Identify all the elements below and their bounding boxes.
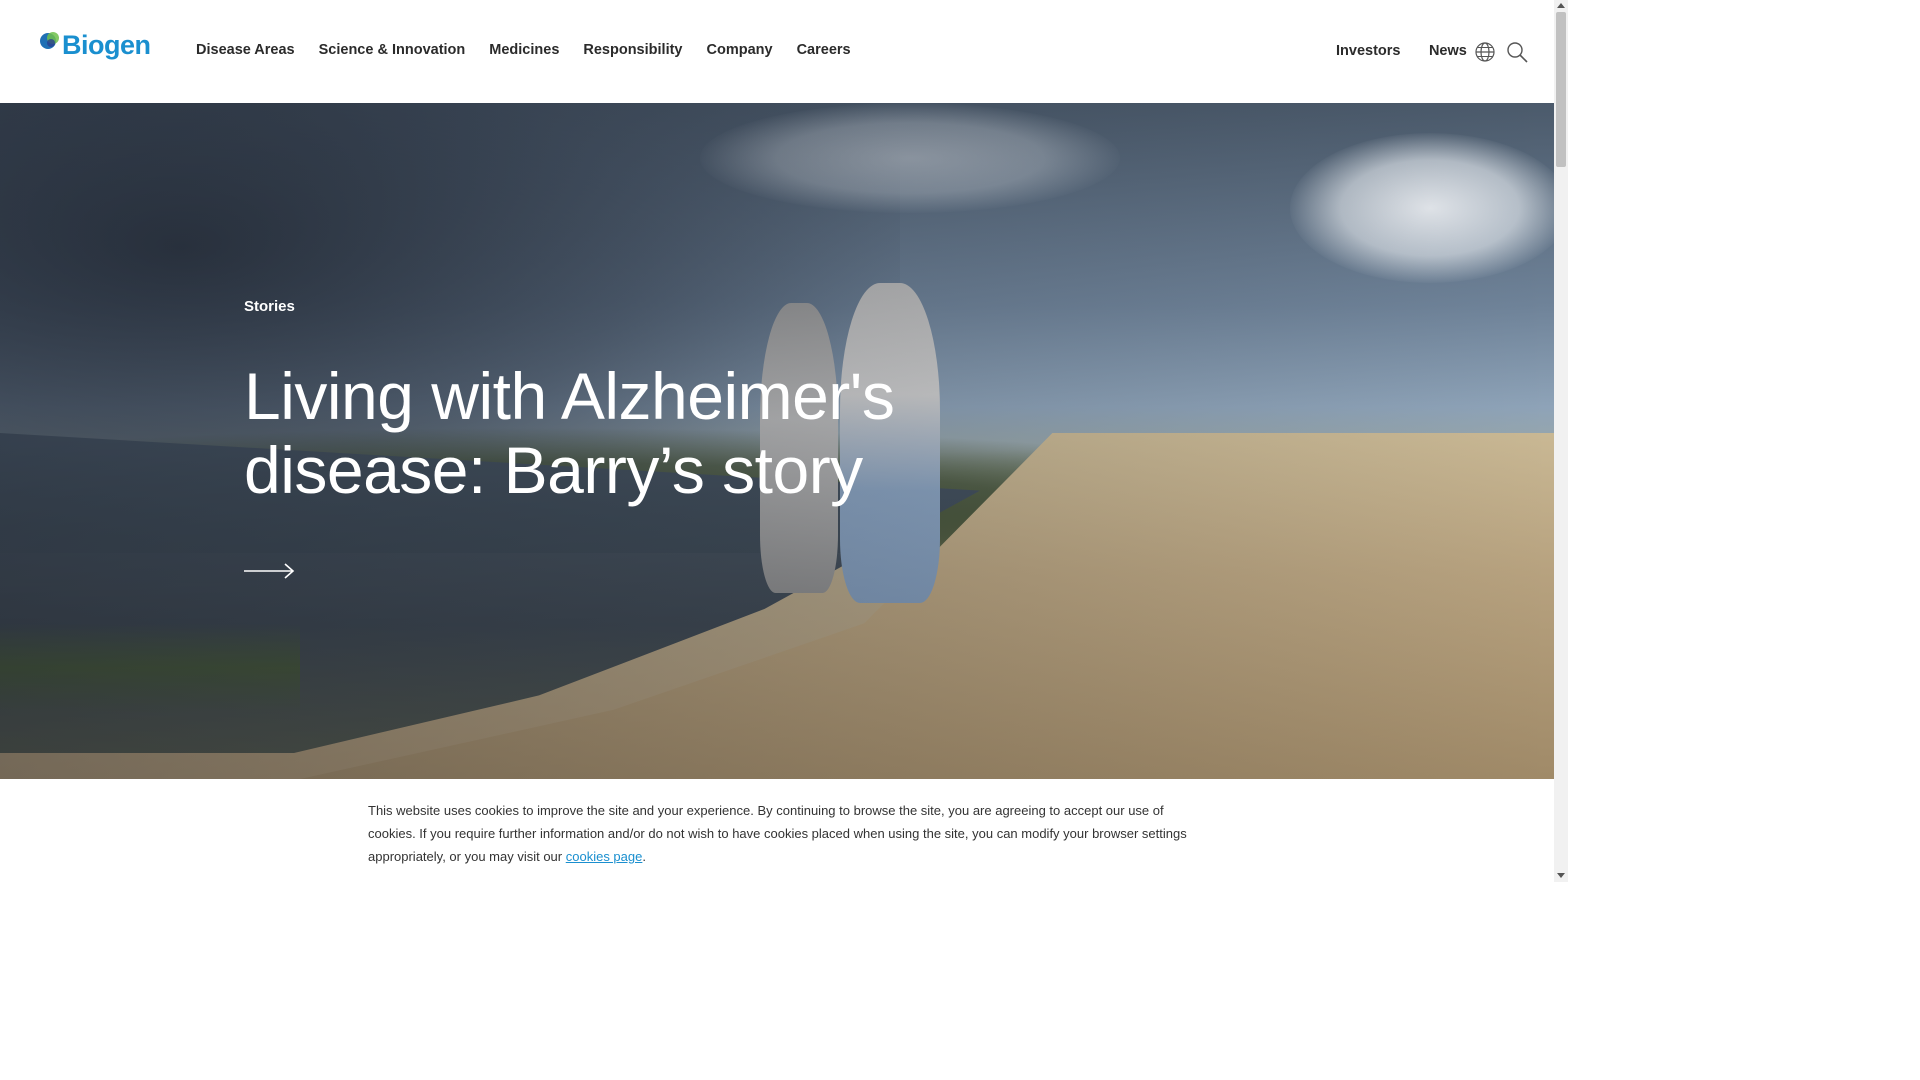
cookie-suffix: .: [642, 849, 646, 864]
page-scrollbar[interactable]: [1554, 0, 1568, 882]
cookie-banner: This website uses cookies to improve the…: [0, 779, 1554, 882]
hero-content: Stories Living with Alzheimer's disease:…: [244, 298, 1004, 551]
hero-headline[interactable]: Living with Alzheimer's disease: Barry’s…: [244, 359, 1004, 507]
brand-name: Biogen: [62, 30, 151, 60]
arrow-right-icon[interactable]: [244, 561, 296, 581]
nav-item-news[interactable]: News: [1429, 43, 1467, 59]
nav-item-medicines[interactable]: Medicines: [489, 42, 559, 58]
biogen-logo[interactable]: Biogen: [38, 28, 151, 72]
cookies-page-link[interactable]: cookies page: [566, 849, 643, 864]
nav-item-disease-areas[interactable]: Disease Areas: [196, 42, 295, 58]
scroll-thumb[interactable]: [1556, 12, 1566, 167]
nav-item-responsibility[interactable]: Responsibility: [583, 42, 682, 58]
search-icon[interactable]: [1506, 41, 1528, 63]
cookie-message: This website uses cookies to improve the…: [368, 799, 1198, 868]
primary-nav: Disease Areas Science & Innovation Medic…: [196, 42, 875, 58]
hero-eyebrow[interactable]: Stories: [244, 298, 1004, 315]
secondary-nav: Investors News: [1336, 42, 1491, 60]
nav-item-company[interactable]: Company: [707, 42, 773, 58]
hero-banner: Stories Living with Alzheimer's disease:…: [0, 103, 1554, 779]
site-header: Biogen Disease Areas Science & Innovatio…: [0, 0, 1554, 103]
globe-icon[interactable]: [1474, 41, 1496, 63]
nav-item-investors[interactable]: Investors: [1336, 43, 1400, 59]
scroll-up-arrow-icon[interactable]: [1557, 3, 1565, 8]
scroll-down-arrow-icon[interactable]: [1557, 873, 1565, 878]
nav-item-careers[interactable]: Careers: [797, 42, 851, 58]
nav-item-science-innovation[interactable]: Science & Innovation: [319, 42, 466, 58]
cookie-text: This website uses cookies to improve the…: [368, 803, 1187, 864]
